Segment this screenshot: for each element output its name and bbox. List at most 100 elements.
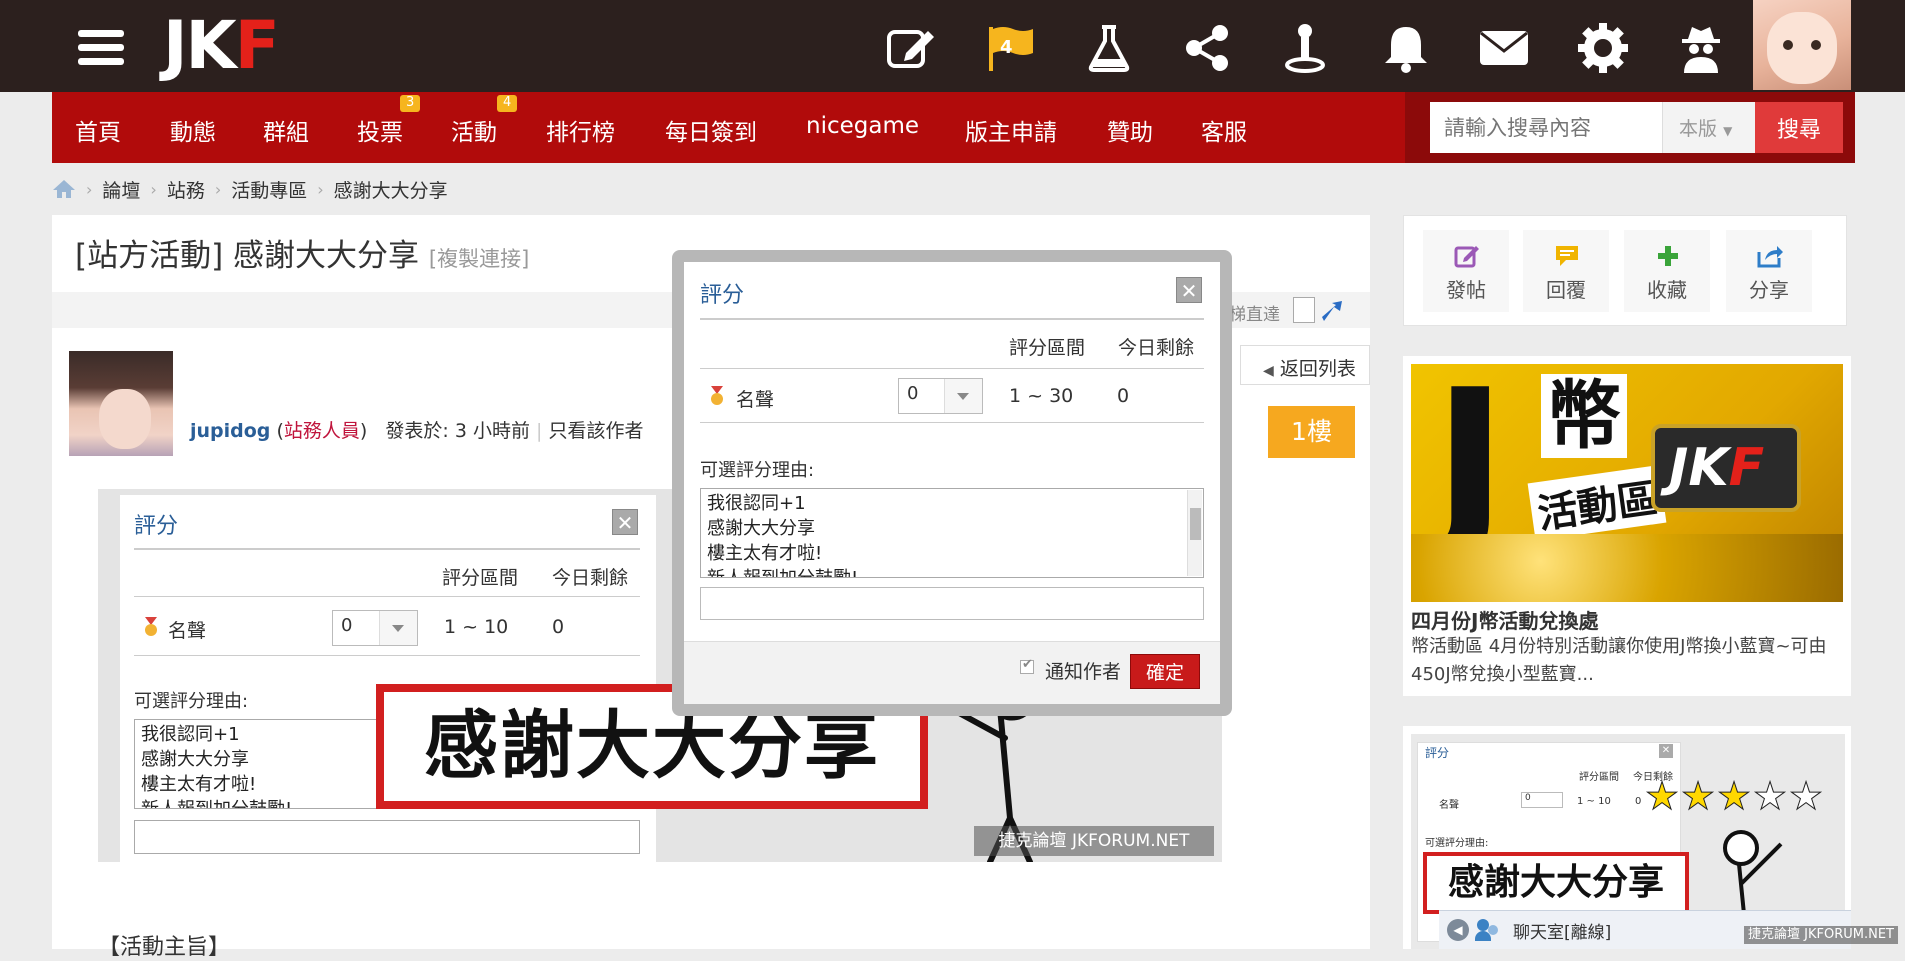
post-image-col-range: 評分區間 bbox=[442, 567, 519, 589]
medal-icon bbox=[711, 386, 723, 405]
breadcrumb-separator: › bbox=[86, 179, 93, 199]
star-icon: ★ bbox=[1716, 774, 1752, 819]
mail-icon[interactable] bbox=[1474, 18, 1534, 78]
star-empty-icon: ★ bbox=[1788, 774, 1824, 819]
page-title: [站方活動] 感謝大大分享 [複製連接] bbox=[75, 230, 529, 275]
ad-image[interactable]: J 幣 活動區 JKF bbox=[1411, 364, 1843, 602]
nav-vote[interactable]: 投票 bbox=[357, 113, 403, 147]
nav-activity-feed[interactable]: 動態 bbox=[170, 113, 216, 147]
reply-label: 回覆 bbox=[1546, 278, 1586, 302]
post-image-col-remaining: 今日剩餘 bbox=[552, 567, 629, 589]
promo-reason-label: 可選評分理由: bbox=[1425, 838, 1489, 849]
notify-author-label: 通知作者 bbox=[1045, 661, 1122, 683]
author-name[interactable]: jupidog bbox=[190, 420, 270, 442]
flag-badge: 4 bbox=[1000, 37, 1013, 58]
nav-groups[interactable]: 群組 bbox=[263, 113, 309, 147]
nav-ranking[interactable]: 排行榜 bbox=[546, 113, 615, 147]
author-avatar[interactable] bbox=[69, 351, 173, 456]
spy-icon[interactable] bbox=[1671, 18, 1731, 78]
menu-icon[interactable] bbox=[78, 30, 124, 66]
logo-f: F bbox=[234, 7, 280, 84]
promo-remaining: 0 bbox=[1635, 796, 1642, 807]
modal-reason-scrollbar[interactable] bbox=[1187, 490, 1202, 576]
notify-author-checkbox[interactable]: ✔ bbox=[1020, 657, 1034, 674]
post-image-range: 1 ~ 10 bbox=[444, 616, 509, 638]
close-icon: ✕ bbox=[1659, 744, 1673, 758]
back-to-list-button[interactable]: ◀ 返回列表 bbox=[1240, 345, 1370, 385]
breadcrumb-separator: › bbox=[214, 179, 222, 199]
author-role[interactable]: 站務人員 bbox=[284, 420, 360, 442]
search-scope-value: 本版 bbox=[1679, 118, 1718, 140]
copy-link[interactable]: [複製連接] bbox=[429, 247, 529, 271]
logo-jk: JK bbox=[163, 7, 237, 84]
promo-col-range: 評分區間 bbox=[1579, 772, 1619, 783]
chat-back-icon[interactable]: ◀ bbox=[1447, 919, 1469, 941]
modal-reason-list[interactable]: 我很認同+1 感謝大大分享 樓主太有才啦! 新人報到加分鼓勵! bbox=[700, 488, 1204, 578]
breadcrumb-site-affairs[interactable]: 站務 bbox=[167, 176, 205, 203]
star-icon: ★ bbox=[1644, 774, 1680, 819]
star-icon: ★ bbox=[1680, 774, 1716, 819]
rating-modal bbox=[684, 262, 1220, 704]
only-author-link[interactable]: 只看該作者 bbox=[549, 420, 644, 442]
close-icon[interactable]: ✕ bbox=[1176, 277, 1202, 303]
nav-sponsor[interactable]: 贊助 bbox=[1107, 113, 1153, 147]
promo-row-label: 名聲 bbox=[1439, 800, 1459, 811]
pencil-edit-icon[interactable] bbox=[881, 18, 941, 78]
post-time: 發表於: 3 小時前 bbox=[385, 420, 530, 442]
bell-icon[interactable] bbox=[1376, 18, 1436, 78]
chat-status[interactable]: 聊天室[離線] bbox=[1513, 918, 1611, 943]
modal-col-range: 評分區間 bbox=[1009, 337, 1086, 359]
caret-left-icon: ◀ bbox=[1263, 363, 1274, 379]
modal-reason[interactable]: 樓主太有才啦! bbox=[707, 541, 1197, 566]
nav-home[interactable]: 首頁 bbox=[75, 113, 121, 147]
share-out-icon bbox=[1757, 246, 1783, 268]
share-icon[interactable] bbox=[1177, 18, 1237, 78]
modal-reason[interactable]: 感謝大大分享 bbox=[707, 516, 1197, 541]
share-button[interactable]: 分享 bbox=[1726, 230, 1812, 312]
post-image-extra-input bbox=[134, 820, 640, 854]
floor-badge: 1樓 bbox=[1268, 406, 1355, 458]
share-label: 分享 bbox=[1749, 278, 1789, 302]
modal-col-remaining: 今日剩餘 bbox=[1118, 337, 1195, 359]
breadcrumb-current[interactable]: 感謝大大分享 bbox=[334, 176, 448, 203]
elevator-go-icon[interactable] bbox=[1320, 297, 1344, 323]
user-avatar-top[interactable] bbox=[1753, 0, 1851, 90]
image-watermark: 捷克論壇 JKFORUM.NET bbox=[974, 826, 1214, 856]
joystick-icon[interactable] bbox=[1275, 18, 1335, 78]
star-empty-icon: ★ bbox=[1752, 774, 1788, 819]
nav-nicegame[interactable]: nicegame bbox=[806, 113, 919, 139]
back-to-list-label: 返回列表 bbox=[1279, 358, 1356, 380]
ad-image-text1: 幣 bbox=[1541, 374, 1627, 458]
breadcrumb-separator: › bbox=[317, 179, 324, 199]
events-badge: 4 bbox=[497, 95, 518, 112]
favorite-button[interactable]: 收藏 bbox=[1624, 230, 1710, 312]
modal-reason[interactable]: 我很認同+1 bbox=[707, 491, 1197, 516]
site-logo[interactable]: JK F bbox=[163, 7, 280, 84]
ad-title[interactable]: 四月份J幣活動兌換處 bbox=[1411, 605, 1598, 634]
elevator-input[interactable] bbox=[1293, 297, 1315, 323]
breadcrumb-forum[interactable]: 論壇 bbox=[102, 176, 140, 203]
flask-icon[interactable] bbox=[1079, 18, 1139, 78]
confirm-button[interactable]: 確定 bbox=[1130, 654, 1200, 689]
gear-icon[interactable] bbox=[1573, 18, 1633, 78]
search-button[interactable]: 搜尋 bbox=[1755, 102, 1843, 153]
nav-support[interactable]: 客服 bbox=[1201, 113, 1247, 147]
post-image-remaining: 0 bbox=[552, 616, 565, 638]
promo-dialog-title: 評分 bbox=[1425, 746, 1450, 760]
modal-reason[interactable]: 新人報到加分鼓勵! bbox=[707, 566, 1197, 577]
breadcrumb-events[interactable]: 活動專區 bbox=[231, 176, 307, 203]
nav-daily-checkin[interactable]: 每日簽到 bbox=[665, 113, 757, 147]
post-meta: jupidog (站務人員) 發表於: 3 小時前 | 只看該作者 bbox=[190, 420, 644, 442]
search-scope-dropdown[interactable]: 本版 ▼ bbox=[1662, 102, 1755, 153]
search-input[interactable] bbox=[1430, 102, 1662, 153]
reply-button[interactable]: 回覆 bbox=[1523, 230, 1609, 312]
nav-moderator-apply[interactable]: 版主申請 bbox=[965, 113, 1057, 147]
home-icon[interactable] bbox=[52, 179, 76, 199]
compose-icon bbox=[1454, 246, 1479, 268]
modal-reason-input[interactable] bbox=[700, 587, 1204, 620]
modal-select-value: 0 bbox=[907, 383, 919, 404]
modal-score-select[interactable]: 0 bbox=[898, 378, 983, 414]
new-post-button[interactable]: 發帖 bbox=[1423, 230, 1509, 312]
nav-events[interactable]: 活動 bbox=[451, 113, 497, 147]
ad-image-logo: JKF bbox=[1669, 438, 1765, 498]
